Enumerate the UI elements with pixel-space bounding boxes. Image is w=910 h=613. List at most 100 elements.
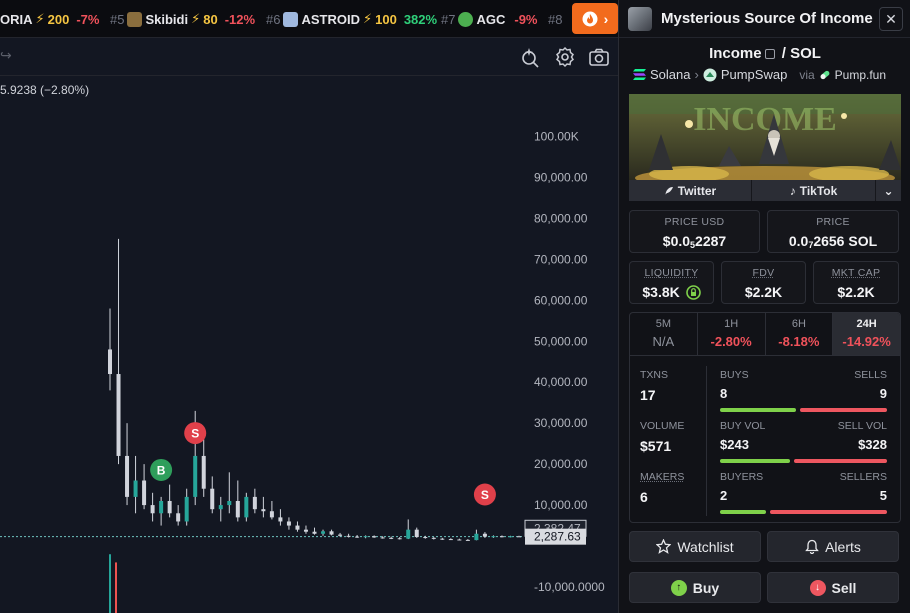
candle-body <box>185 497 189 522</box>
ticker-change: -12% <box>225 12 255 27</box>
candle-body <box>151 505 155 513</box>
camera-icon[interactable] <box>588 46 610 68</box>
candle-body <box>415 530 419 537</box>
ticker-item[interactable]: #5 Skibidi ⚡ 80 -12% <box>110 0 255 38</box>
pumpswap-icon <box>703 68 717 82</box>
alerts-button[interactable]: Alerts <box>767 531 899 562</box>
ticker-score: 100 <box>375 12 397 27</box>
ticker-rank: #7 <box>441 12 455 27</box>
y-tick-label: 40,000.00 <box>534 375 588 389</box>
candle-body <box>347 536 351 537</box>
y-tick-label: 90,000.00 <box>534 170 588 184</box>
tiktok-icon: ♪ <box>790 184 796 198</box>
candle-body <box>134 481 138 497</box>
txns-stat: TXNS 17 <box>640 369 700 403</box>
candle-body <box>406 530 410 539</box>
candle-body <box>398 538 402 539</box>
ticker-name: AGC <box>476 12 505 27</box>
tab-5m[interactable]: 5M N/A <box>630 313 698 355</box>
candle-body <box>338 535 342 536</box>
tab-1h[interactable]: 1H -2.80% <box>698 313 766 355</box>
seller-share-fill <box>770 510 887 514</box>
dex-name[interactable]: PumpSwap <box>721 67 787 82</box>
arrow-up-icon: ↑ <box>671 580 687 596</box>
candle-body <box>253 497 257 509</box>
candle-body <box>330 531 334 534</box>
solana-icon <box>633 69 646 80</box>
watchlist-label: Watchlist <box>677 539 733 555</box>
panel-header: Mysterious Source Of Income ✕ <box>619 0 910 38</box>
candle-body <box>159 501 163 513</box>
via-label: via <box>799 68 814 82</box>
candle-body <box>227 501 231 505</box>
trending-toggle-button[interactable]: › <box>572 3 618 34</box>
liquidity-box: LIQUIDITY $3.8K <box>629 261 714 304</box>
candle-body <box>466 540 470 541</box>
banner-logo-text: INCOME <box>693 101 837 138</box>
ticker-item[interactable]: #6 ASTROID ⚡ 100 382% <box>266 0 437 38</box>
redo-icon[interactable]: ↪ <box>0 47 12 64</box>
gear-icon[interactable] <box>554 46 576 68</box>
ticker-item[interactable]: ORIA ⚡ 200 -7% <box>0 0 99 38</box>
tab-24h[interactable]: 24H -14.92% <box>833 313 900 355</box>
ticker-score: 80 <box>203 12 217 27</box>
token-info-panel: Mysterious Source Of Income ✕ Income / S… <box>618 0 910 613</box>
candle-body <box>236 501 240 517</box>
tiktok-link[interactable]: ♪ TikTok <box>751 180 875 201</box>
twitter-link[interactable]: Twitter <box>629 180 751 201</box>
y-tick-label: 70,000.00 <box>534 252 588 266</box>
pair-separator: / <box>782 45 786 62</box>
marker-label: B <box>157 463 166 477</box>
buys-sells-bar <box>720 408 887 412</box>
marker-label: S <box>191 427 199 441</box>
pair-quote: SOL <box>790 45 821 62</box>
alerts-label: Alerts <box>825 539 861 555</box>
y-tick-label: 80,000.00 <box>534 211 588 225</box>
candle-body <box>440 539 444 540</box>
ticker-name: ORIA <box>0 12 33 27</box>
price-usd-box: PRICE USD $0.052287 <box>629 210 760 253</box>
price-sol-label: PRICE <box>768 216 898 228</box>
candle-body <box>202 456 206 489</box>
ticker-change: -9% <box>514 12 537 27</box>
y-tick-label: -10,000.0000 <box>534 580 605 594</box>
price-tag-current: 2,287.63 <box>534 530 581 544</box>
mktcap-label: MKT CAP <box>814 267 898 279</box>
liquidity-value: $3.8K <box>630 284 713 300</box>
candle-body <box>423 537 427 538</box>
zoom-search-icon[interactable] <box>520 46 542 68</box>
candlestick-plot[interactable]: 100.00K 90,000.00 80,000.00 70,000.00 60,000… <box>0 76 618 613</box>
candle-body <box>355 537 359 538</box>
fdv-box: FDV $2.2K <box>721 261 806 304</box>
ticker-rank: #5 <box>110 12 124 27</box>
sell-button[interactable]: ↓ Sell <box>767 572 899 603</box>
volume-split-stat: BUY VOL SELL VOL $243 $328 <box>720 420 887 463</box>
price-chart[interactable]: ↪ 5.9238 (−2.80%) 100.00K 90,000.00 80,000… <box>0 38 618 613</box>
candle-body <box>364 536 368 537</box>
stats-divider <box>706 366 707 516</box>
launchpad-name[interactable]: Pump.fun <box>835 68 886 82</box>
candle-body <box>270 511 274 517</box>
chevron-right-icon: › <box>694 67 698 82</box>
watchlist-button[interactable]: Watchlist <box>629 531 761 562</box>
sells-value: 9 <box>880 386 887 401</box>
candle-body <box>304 530 308 532</box>
tiktok-label: TikTok <box>800 184 838 198</box>
ticker-item[interactable]: #7 AGC -9% <box>441 0 537 38</box>
bolt-icon: ⚡ <box>36 11 45 27</box>
ticker-item[interactable]: #8 <box>548 0 562 38</box>
chain-name[interactable]: Solana <box>650 67 690 82</box>
buy-button[interactable]: ↑ Buy <box>629 572 761 603</box>
sell-share-fill <box>800 408 887 412</box>
copy-icon[interactable] <box>765 49 775 59</box>
close-panel-button[interactable]: ✕ <box>879 7 903 31</box>
more-links-button[interactable]: ⌄ <box>875 180 901 201</box>
pair-title: Income / SOL <box>619 45 910 62</box>
token-avatar <box>628 7 652 31</box>
tab-6h[interactable]: 6H -8.18% <box>766 313 834 355</box>
token-name: Mysterious Source Of Income <box>661 10 873 27</box>
buys-sells-stat: BUYS SELLS 89 <box>720 369 887 412</box>
buy-label: Buy <box>693 580 719 596</box>
lock-icon[interactable] <box>686 285 701 300</box>
candle-body <box>168 501 172 513</box>
